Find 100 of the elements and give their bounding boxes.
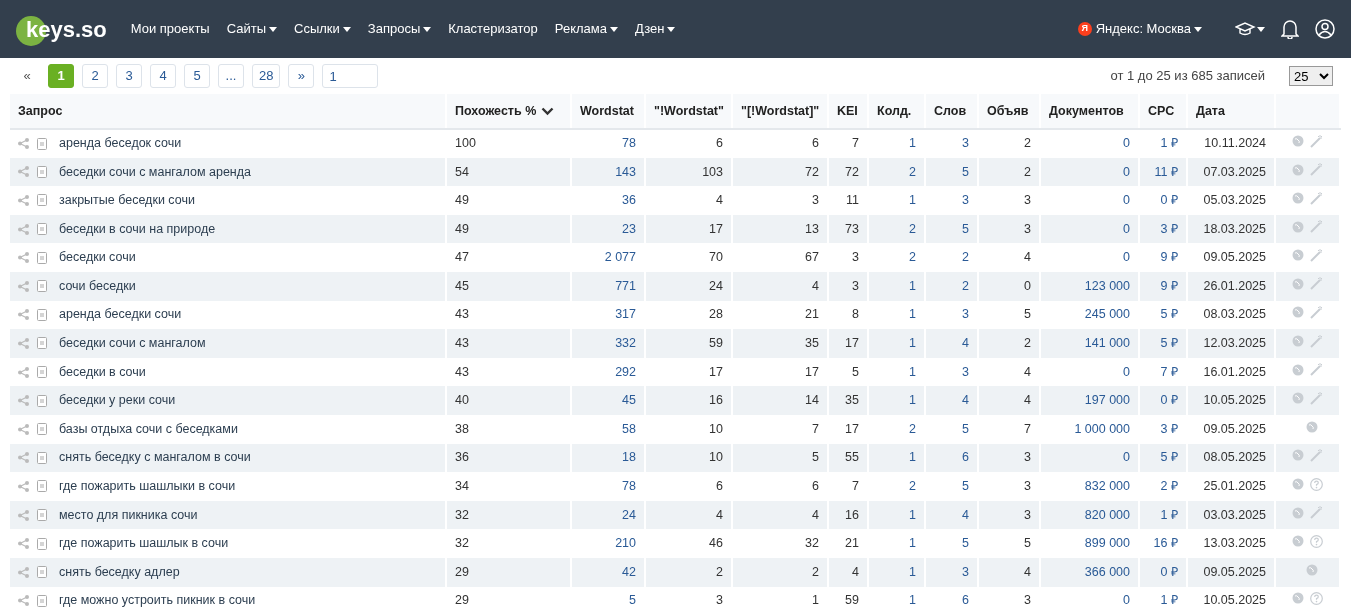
value-link[interactable]: 1: [909, 393, 916, 408]
nav-menu-item[interactable]: Кластеризатор: [448, 19, 538, 39]
user-account-icon[interactable]: [1315, 19, 1335, 39]
graduation-cap-icon[interactable]: [1235, 22, 1265, 36]
value-link[interactable]: 1: [909, 307, 916, 322]
document-icon[interactable]: [37, 394, 47, 407]
value-link[interactable]: 1: [909, 278, 916, 293]
document-icon[interactable]: [37, 223, 47, 236]
share-icon[interactable]: [18, 223, 29, 235]
query-link[interactable]: где пожарить шашлык в сочи: [59, 534, 229, 553]
column-header[interactable]: Объяв: [978, 94, 1040, 129]
nav-menu-item[interactable]: Дзен: [635, 19, 676, 39]
notification-bell-icon[interactable]: [1281, 19, 1299, 39]
magic-wand-icon[interactable]: [1310, 220, 1323, 234]
nav-menu-item[interactable]: Ссылки: [294, 19, 351, 39]
magic-wand-icon[interactable]: [1310, 248, 1323, 262]
share-icon[interactable]: [18, 337, 29, 349]
value-link[interactable]: 16 ₽: [1153, 536, 1178, 551]
value-link[interactable]: 0: [1123, 593, 1130, 608]
magic-wand-icon[interactable]: [1310, 163, 1323, 176]
globe-icon[interactable]: [1292, 506, 1304, 519]
query-link[interactable]: закрытые беседки сочи: [59, 191, 195, 210]
share-icon[interactable]: [18, 538, 29, 550]
document-icon[interactable]: [37, 537, 47, 550]
query-link[interactable]: сочи беседки: [59, 276, 136, 296]
value-link[interactable]: 3: [962, 564, 969, 579]
value-link[interactable]: 0 ₽: [1160, 393, 1178, 408]
column-header[interactable]: Дата: [1187, 94, 1275, 129]
pagination-link[interactable]: ...: [218, 64, 244, 88]
value-link[interactable]: 36: [622, 193, 636, 208]
share-icon[interactable]: [18, 452, 29, 464]
magic-wand-icon[interactable]: [1310, 277, 1323, 291]
query-link[interactable]: где можно устроить пикник в сочи: [59, 591, 256, 611]
value-link[interactable]: 9 ₽: [1160, 278, 1178, 293]
value-link[interactable]: 4: [962, 393, 969, 408]
document-icon[interactable]: [37, 423, 47, 436]
value-link[interactable]: 3: [962, 307, 969, 322]
value-link[interactable]: 6: [962, 450, 969, 465]
value-link[interactable]: 0: [1123, 164, 1130, 179]
value-link[interactable]: 0: [1123, 193, 1130, 208]
value-link[interactable]: 832 000: [1084, 479, 1130, 494]
magic-wand-icon[interactable]: [1310, 334, 1323, 348]
value-link[interactable]: 2 077: [604, 250, 636, 265]
value-link[interactable]: 292: [615, 364, 636, 379]
pagination-link[interactable]: 5: [184, 64, 210, 88]
globe-icon[interactable]: [1292, 249, 1304, 262]
document-icon[interactable]: [37, 165, 47, 178]
value-link[interactable]: 5: [962, 164, 969, 179]
query-link[interactable]: снять беседку адлер: [59, 562, 180, 582]
value-link[interactable]: 5: [962, 421, 969, 436]
value-link[interactable]: 5: [962, 479, 969, 494]
document-icon[interactable]: [37, 480, 47, 493]
document-icon[interactable]: [37, 366, 47, 379]
nav-menu-item[interactable]: Сайты: [226, 19, 277, 39]
globe-icon[interactable]: [1292, 478, 1304, 491]
document-icon[interactable]: [37, 337, 47, 350]
share-icon[interactable]: [18, 366, 29, 378]
value-link[interactable]: 0 ₽: [1160, 564, 1178, 579]
nav-menu-item[interactable]: Мои проекты: [130, 19, 210, 39]
share-icon[interactable]: [18, 509, 29, 521]
query-link[interactable]: беседки у реки сочи: [59, 391, 176, 410]
column-header[interactable]: KEI: [828, 94, 868, 129]
value-link[interactable]: 1: [909, 593, 916, 608]
globe-icon[interactable]: [1292, 335, 1304, 348]
query-link[interactable]: беседки в сочи: [59, 362, 146, 382]
pagination-link[interactable]: 3: [116, 64, 142, 88]
value-link[interactable]: 1: [909, 450, 916, 465]
column-header[interactable]: Документов: [1040, 94, 1139, 129]
query-link[interactable]: аренда беседки сочи: [59, 305, 182, 325]
globe-icon[interactable]: [1306, 563, 1318, 576]
globe-icon[interactable]: [1292, 135, 1304, 148]
share-icon[interactable]: [18, 138, 29, 150]
magic-wand-icon[interactable]: [1310, 363, 1323, 377]
value-link[interactable]: 3 ₽: [1160, 421, 1178, 436]
query-link[interactable]: аренда беседок сочи: [59, 134, 182, 154]
pagination-link[interactable]: 2: [82, 64, 108, 88]
value-link[interactable]: 1: [909, 364, 916, 379]
value-link[interactable]: 5 ₽: [1160, 307, 1178, 322]
column-header[interactable]: CPC: [1139, 94, 1187, 129]
pagination-link[interactable]: »: [288, 64, 315, 88]
globe-icon[interactable]: [1292, 592, 1304, 605]
query-link[interactable]: беседки сочи: [59, 248, 136, 268]
globe-icon[interactable]: [1292, 192, 1304, 205]
value-link[interactable]: 2 ₽: [1160, 479, 1178, 494]
value-link[interactable]: 2: [909, 164, 916, 179]
value-link[interactable]: 1: [909, 136, 916, 151]
pagination-link[interactable]: 28: [252, 64, 281, 88]
value-link[interactable]: 9 ₽: [1160, 250, 1178, 265]
value-link[interactable]: 42: [622, 564, 636, 579]
value-link[interactable]: 78: [622, 136, 636, 151]
value-link[interactable]: 2: [962, 250, 969, 265]
share-icon[interactable]: [18, 480, 29, 492]
column-header[interactable]: Запрос: [10, 94, 446, 129]
share-icon[interactable]: [18, 595, 29, 607]
magic-wand-icon[interactable]: [1310, 391, 1323, 405]
query-link[interactable]: где пожарить шашлыки в сочи: [59, 477, 236, 496]
value-link[interactable]: 1 ₽: [1160, 593, 1178, 608]
document-icon[interactable]: [37, 251, 47, 264]
value-link[interactable]: 1: [909, 536, 916, 551]
value-link[interactable]: 0 ₽: [1160, 193, 1178, 208]
